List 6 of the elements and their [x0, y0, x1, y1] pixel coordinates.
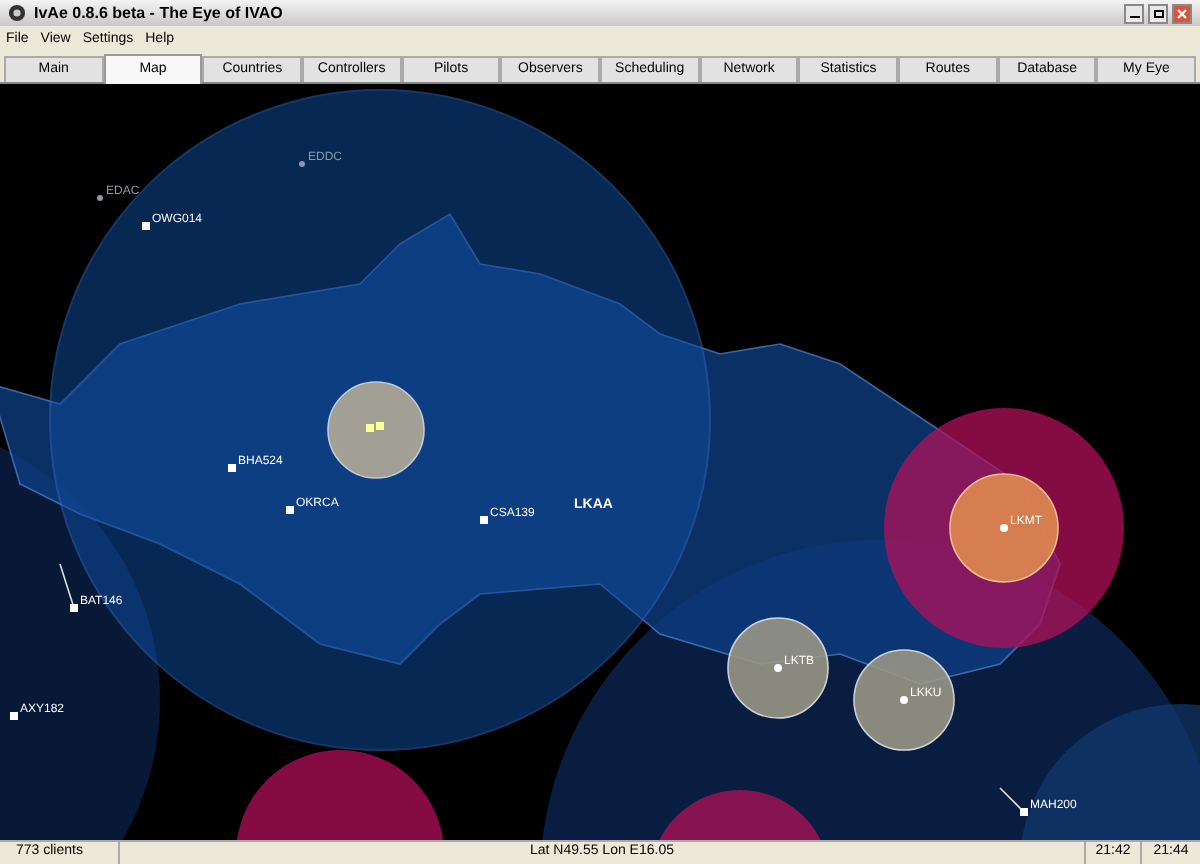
window-title: IvAe 0.8.6 beta - The Eye of IVAO [34, 5, 285, 21]
app-icon [8, 4, 26, 22]
minimize-button[interactable] [1124, 3, 1144, 23]
maximize-button[interactable] [1148, 3, 1168, 23]
close-icon [1176, 7, 1188, 19]
close-button[interactable] [1172, 3, 1192, 23]
